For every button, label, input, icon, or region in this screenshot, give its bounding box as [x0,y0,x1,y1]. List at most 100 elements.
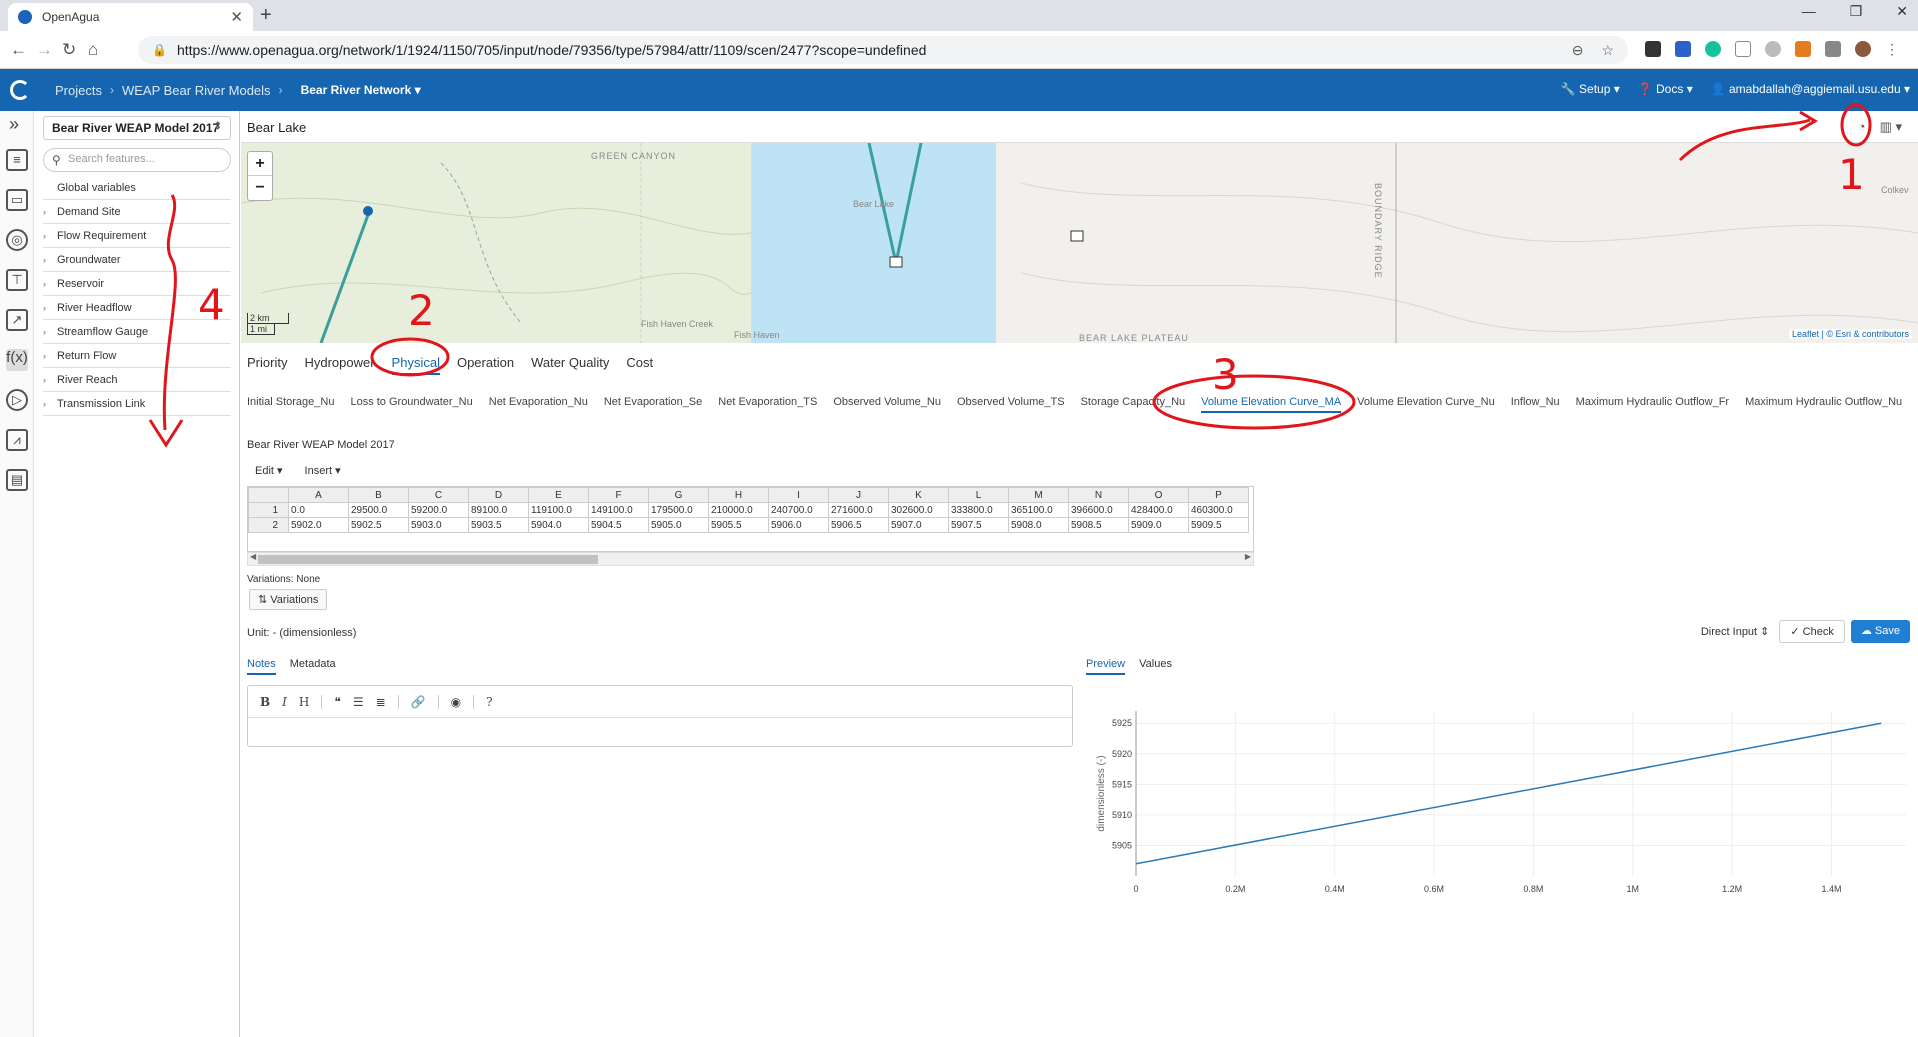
close-tab-icon[interactable]: ✕ [230,8,243,26]
grid-cell[interactable]: 5907.0 [888,517,949,533]
network-dropdown[interactable]: Bear River Network ▾ [301,83,421,97]
grid-cell[interactable]: 396600.0 [1068,502,1129,518]
extension-icon[interactable] [1825,41,1841,57]
input-method-select[interactable]: Direct Input ⇕ [1701,625,1770,638]
variations-button[interactable]: ⇅ Variations [249,589,328,610]
insert-menu[interactable]: Insert ▾ [305,464,341,477]
zoom-icon[interactable]: ⊖ [1572,42,1584,59]
grid-cell[interactable]: 240700.0 [768,502,829,518]
grid-cell[interactable]: 210000.0 [708,502,769,518]
grid-cell[interactable]: 5909.5 [1188,517,1249,533]
attr-tab[interactable]: Inflow_Nu [1511,396,1560,413]
tab-operation[interactable]: Operation [457,355,514,375]
bold-icon[interactable]: B [260,695,270,709]
function-icon[interactable]: f(x) [6,349,28,371]
grid-cell[interactable]: 89100.0 [468,502,529,518]
setup-menu[interactable]: 🔧 Setup ▾ [1561,82,1620,96]
grid-cell[interactable]: 5906.0 [768,517,829,533]
grid-cell[interactable]: 428400.0 [1128,502,1189,518]
feature-item-return-flow[interactable]: › Return Flow [43,344,231,368]
forward-icon[interactable]: → [36,40,53,60]
documents-icon[interactable]: ▤ [6,469,28,491]
attr-tab[interactable]: Loss to Groundwater_Nu [350,396,472,413]
grid-cell[interactable]: 5908.0 [1008,517,1069,533]
more-icon[interactable]: ⋮ [1885,41,1899,58]
crumb-models[interactable]: WEAP Bear River Models [122,83,271,98]
grid-cell[interactable]: 5906.5 [828,517,889,533]
tab-water-quality[interactable]: Water Quality [531,355,609,375]
grid-cell[interactable]: 179500.0 [648,502,709,518]
zoom-in-button[interactable]: + [248,152,272,176]
grid-cell[interactable]: 149100.0 [588,502,649,518]
results-chart-icon[interactable]: ⩘ [6,429,28,451]
grid-column-header[interactable]: A [288,487,349,503]
feature-item-transmission-link[interactable]: › Transmission Link [43,392,231,416]
attr-tab[interactable]: Observed Volume_TS [957,396,1065,413]
browser-tab[interactable]: OpenAgua ✕ [8,3,253,31]
check-button[interactable]: ✓ Check [1779,620,1845,643]
grid-column-header[interactable]: F [588,487,649,503]
tab-metadata[interactable]: Metadata [290,658,336,675]
grid-column-header[interactable]: E [528,487,589,503]
grid-column-header[interactable]: M [1008,487,1069,503]
attr-tab[interactable]: Volume Elevation Curve_Nu [1357,396,1495,413]
crumb-projects[interactable]: Projects [55,83,102,98]
minimize-icon[interactable]: — [1802,3,1816,20]
back-icon[interactable]: ← [10,40,27,60]
quote-icon[interactable]: ❝ [334,695,340,709]
heading-icon[interactable]: H [299,695,309,709]
home-icon[interactable]: ⌂ [88,40,98,60]
tab-hydropower[interactable]: Hydropower [304,355,374,375]
grid-column-header[interactable]: C [408,487,469,503]
grid-column-header[interactable]: O [1128,487,1189,503]
url-field[interactable]: 🔒 https://www.openagua.org/network/1/192… [138,36,1628,64]
signpost-icon[interactable]: ⊤ [6,269,28,291]
attr-tab[interactable]: Storage Capacity_Nu [1081,396,1186,413]
expand-icon[interactable]: » [9,114,19,135]
search-features-input[interactable]: ⚲ Search features... [43,148,231,172]
link-icon[interactable]: 🔗 [411,695,426,709]
edit-menu[interactable]: Edit ▾ [255,464,283,477]
grid-cell[interactable]: 333800.0 [948,502,1009,518]
feature-item-flow-requirement[interactable]: › Flow Requirement [43,224,231,248]
grid-column-header[interactable]: G [648,487,709,503]
map-attribution[interactable]: Leaflet | © Esri & contributors [1788,329,1912,339]
docs-menu[interactable]: ❓ Docs ▾ [1638,82,1693,96]
reload-icon[interactable]: ↻ [62,40,76,60]
attr-tab[interactable]: Observed Volume_Nu [833,396,941,413]
grid-row-header[interactable]: 2 [248,517,289,533]
tab-priority[interactable]: Priority [247,355,287,375]
presentation-icon[interactable]: ▭ [6,189,28,211]
model-select[interactable]: Bear River WEAP Model 2017 ⇕ [43,116,231,140]
node-marker-icon[interactable] [1070,230,1084,242]
new-tab-icon[interactable]: + [260,4,272,27]
feature-item-groundwater[interactable]: › Groundwater [43,248,231,272]
grid-cell[interactable]: 5904.0 [528,517,589,533]
layout-icon[interactable]: ▥ ▾ [1880,119,1902,135]
attr-tab[interactable]: Maximum Hydraulic Outflow_Fr [1576,396,1729,413]
play-icon[interactable]: ▷ [6,389,28,411]
bookmark-star-icon[interactable]: ☆ [1601,42,1614,59]
attr-tab[interactable]: Initial Storage_Nu [247,396,334,413]
tab-values[interactable]: Values [1139,658,1172,675]
overview-icon[interactable]: ≡ [6,149,28,171]
code-icon[interactable] [1735,41,1751,57]
grid-cell[interactable]: 5903.5 [468,517,529,533]
grid-cell[interactable]: 365100.0 [1008,502,1069,518]
profile-avatar[interactable] [1855,41,1871,57]
grid-cell[interactable]: 302600.0 [888,502,949,518]
grid-cell[interactable]: 59200.0 [408,502,469,518]
tab-notes[interactable]: Notes [247,658,276,675]
grid-cell[interactable]: 5907.5 [948,517,1009,533]
grammarly-icon[interactable] [1705,41,1721,57]
grid-cell[interactable]: 0.0 [288,502,349,518]
grid-column-header[interactable]: B [348,487,409,503]
grid-column-header[interactable]: K [888,487,949,503]
extension-icon[interactable] [1645,41,1661,57]
attr-tab[interactable]: Net Evaporation_TS [718,396,817,413]
grid-row-header[interactable]: 1 [248,502,289,518]
feature-item-global-variables[interactable]: Global variables [43,176,231,200]
grid-column-header[interactable]: J [828,487,889,503]
user-menu[interactable]: 👤 amabdallah@aggiemail.usu.edu ▾ [1711,82,1910,96]
map-globe-icon[interactable]: ◎ [6,229,28,251]
